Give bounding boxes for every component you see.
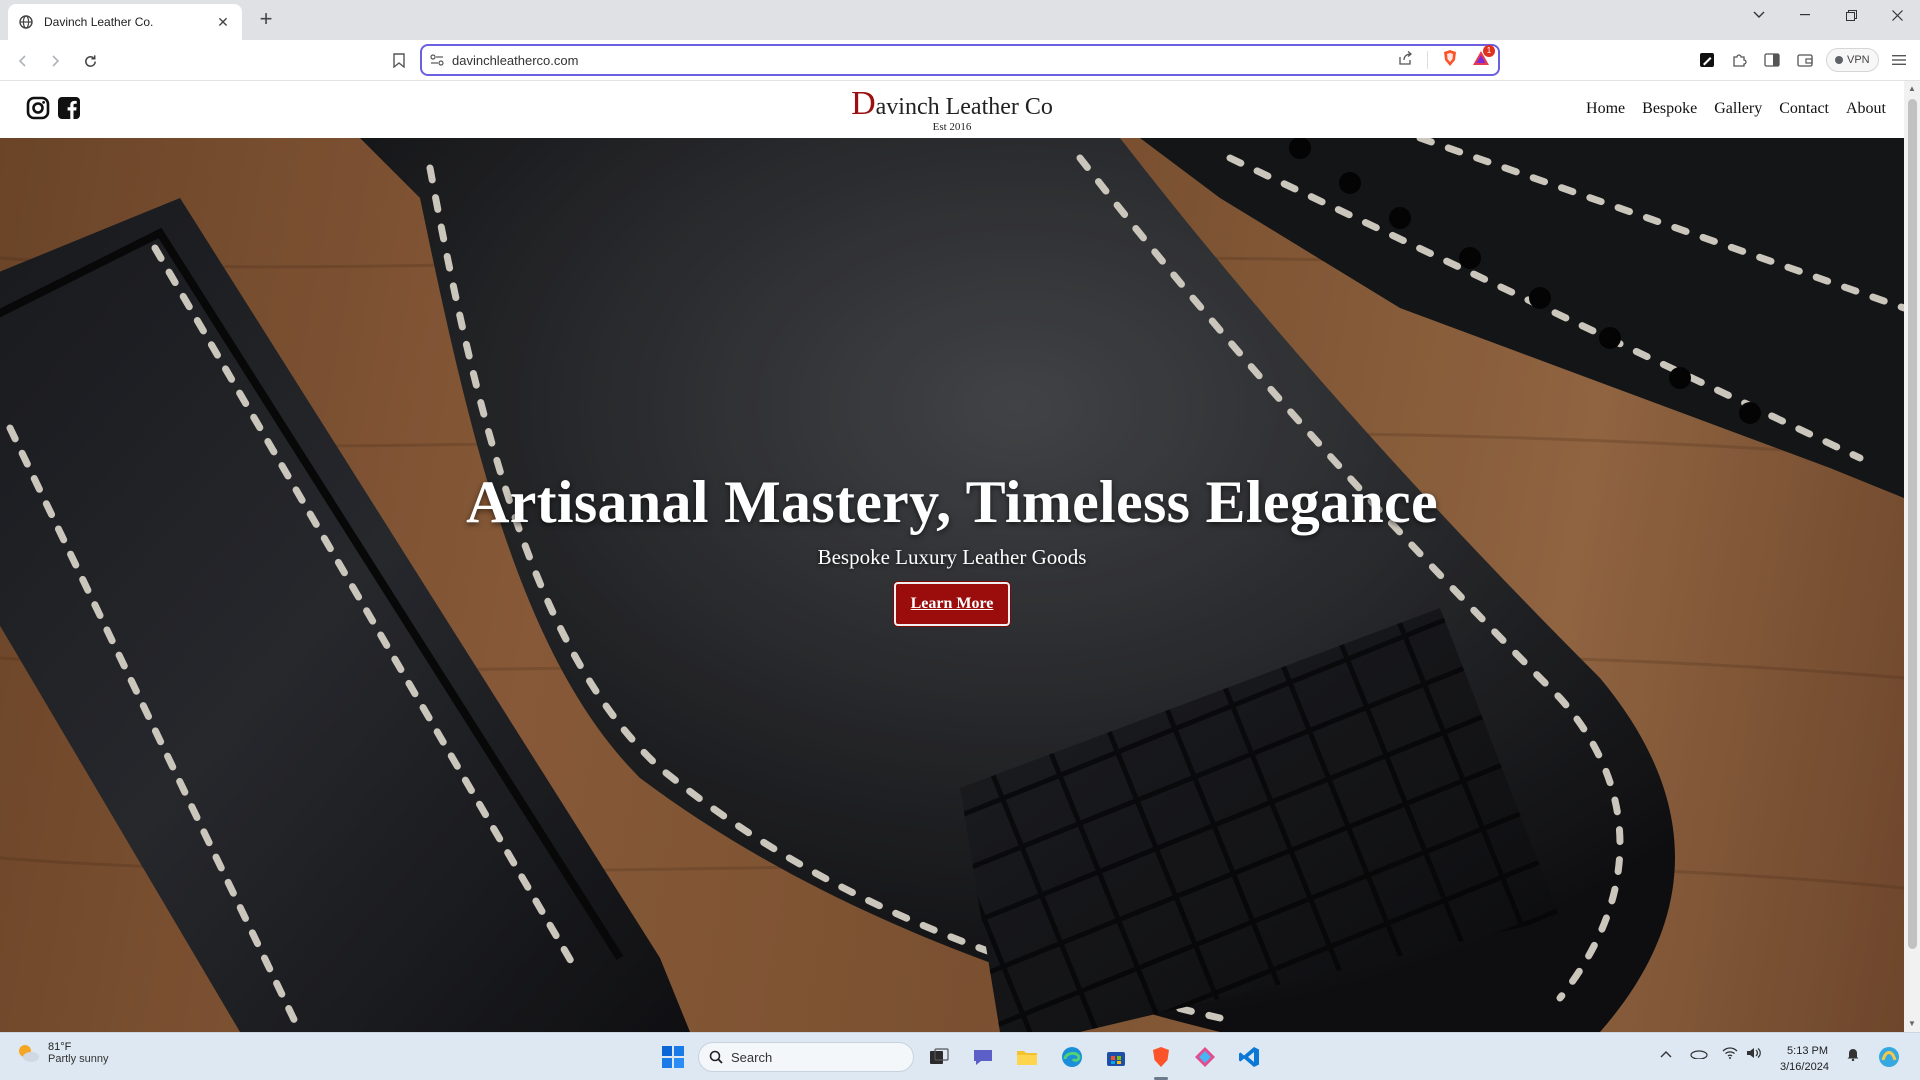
hero-carousel: Artisanal Mastery, Timeless Elegance Bes…	[0, 138, 1904, 1032]
brave-rewards-icon[interactable]: 1	[1472, 44, 1495, 71]
site-header: Davinch Leather Co Est 2016 Home Bespoke…	[0, 81, 1904, 138]
rewards-badge: 1	[1483, 44, 1495, 57]
tab-search-icon[interactable]	[1736, 0, 1782, 30]
taskbar-search[interactable]: Search	[698, 1042, 914, 1072]
file-explorer-icon[interactable]	[1012, 1042, 1042, 1072]
vpn-label: VPN	[1847, 54, 1870, 66]
hero-title: Artisanal Mastery, Timeless Elegance	[466, 469, 1438, 535]
windows-start-icon[interactable]	[658, 1042, 688, 1072]
search-label: Search	[731, 1049, 773, 1065]
tab-title: Davinch Leather Co.	[44, 15, 154, 29]
onedrive-icon[interactable]	[1690, 1047, 1708, 1062]
scroll-thumb[interactable]	[1908, 99, 1917, 949]
show-hidden-icons-icon[interactable]	[1660, 1047, 1672, 1061]
partly-sunny-icon	[19, 1045, 39, 1062]
site-settings-icon[interactable]	[422, 54, 452, 66]
address-bar[interactable]: davinchleatherco.com 1	[420, 44, 1500, 76]
brand-name-rest: avinch Leather Co	[875, 94, 1053, 120]
copilot-icon[interactable]	[1874, 1042, 1904, 1072]
nav-home[interactable]: Home	[1586, 100, 1625, 118]
clock-time: 5:13 PM	[1787, 1045, 1828, 1057]
vpn-button[interactable]: VPN	[1826, 48, 1879, 72]
microsoft-store-icon[interactable]	[1101, 1042, 1131, 1072]
main-nav: Home Bespoke Gallery Contact About	[1586, 100, 1886, 118]
hero-content: Artisanal Mastery, Timeless Elegance Bes…	[0, 468, 1904, 626]
task-view-icon[interactable]	[924, 1042, 954, 1072]
page-viewport: Davinch Leather Co Est 2016 Home Bespoke…	[0, 81, 1904, 1032]
vpn-status-icon	[1835, 56, 1843, 64]
nav-bespoke[interactable]: Bespoke	[1642, 100, 1697, 118]
new-tab-icon[interactable]: +	[254, 8, 278, 32]
edge-browser-icon[interactable]	[1057, 1042, 1087, 1072]
system-clock[interactable]: 5:13 PM 3/16/2024	[1780, 1043, 1829, 1075]
nav-gallery[interactable]: Gallery	[1714, 100, 1762, 118]
hero-subtitle: Bespoke Luxury Leather Goods	[817, 545, 1087, 569]
wallet-icon[interactable]	[1794, 49, 1816, 71]
forward-icon[interactable]	[42, 48, 68, 74]
learn-more-button[interactable]: Learn More	[893, 582, 1011, 626]
weather-condition: Partly sunny	[48, 1053, 109, 1065]
url-text[interactable]: davinchleatherco.com	[452, 53, 1398, 68]
search-icon	[709, 1050, 723, 1064]
restore-icon[interactable]	[1828, 0, 1874, 30]
bookmark-icon[interactable]	[388, 49, 410, 71]
scroll-up-arrow-icon[interactable]: ▲	[1908, 84, 1916, 93]
brave-taskbar-icon[interactable]	[1146, 1042, 1176, 1072]
brand-initial: D	[851, 85, 876, 122]
pinned-app-icon[interactable]	[1190, 1042, 1220, 1072]
brave-shields-icon[interactable]	[1442, 49, 1458, 72]
sidebar-toggle-icon[interactable]	[1761, 49, 1783, 71]
close-window-icon[interactable]	[1874, 0, 1920, 30]
page-scrollbar[interactable]: ▲ ▼	[1904, 81, 1920, 1032]
wifi-icon[interactable]	[1722, 1047, 1738, 1062]
teams-chat-icon[interactable]	[968, 1042, 998, 1072]
nav-about[interactable]: About	[1846, 100, 1886, 118]
browser-toolbar: davinchleatherco.com 1 VPN	[0, 40, 1920, 81]
weather-widget[interactable]: 81°F Partly sunny	[16, 1041, 109, 1065]
extensions-puzzle-icon[interactable]	[1728, 49, 1750, 71]
minimize-icon[interactable]	[1782, 0, 1828, 30]
menu-icon[interactable]	[1888, 49, 1910, 71]
scroll-down-arrow-icon[interactable]: ▼	[1908, 1019, 1916, 1028]
reload-icon[interactable]	[77, 48, 103, 74]
vscode-icon[interactable]	[1234, 1042, 1264, 1072]
nav-contact[interactable]: Contact	[1779, 100, 1829, 118]
browser-tab-bar: Davinch Leather Co. ✕ +	[0, 0, 1920, 40]
close-tab-icon[interactable]: ✕	[214, 14, 232, 31]
volume-icon[interactable]	[1746, 1047, 1762, 1062]
windows-taskbar: 81°F Partly sunny Search 5:13 PM 3/16/20…	[0, 1032, 1920, 1080]
notification-bell-icon[interactable]	[1846, 1047, 1860, 1064]
extension-draw-icon[interactable]	[1696, 49, 1718, 71]
browser-tab[interactable]: Davinch Leather Co. ✕	[8, 4, 242, 40]
share-icon[interactable]	[1398, 50, 1413, 70]
back-icon[interactable]	[10, 48, 36, 74]
clock-date: 3/16/2024	[1780, 1061, 1829, 1073]
globe-icon	[18, 14, 34, 30]
weather-temperature: 81°F	[48, 1041, 72, 1053]
